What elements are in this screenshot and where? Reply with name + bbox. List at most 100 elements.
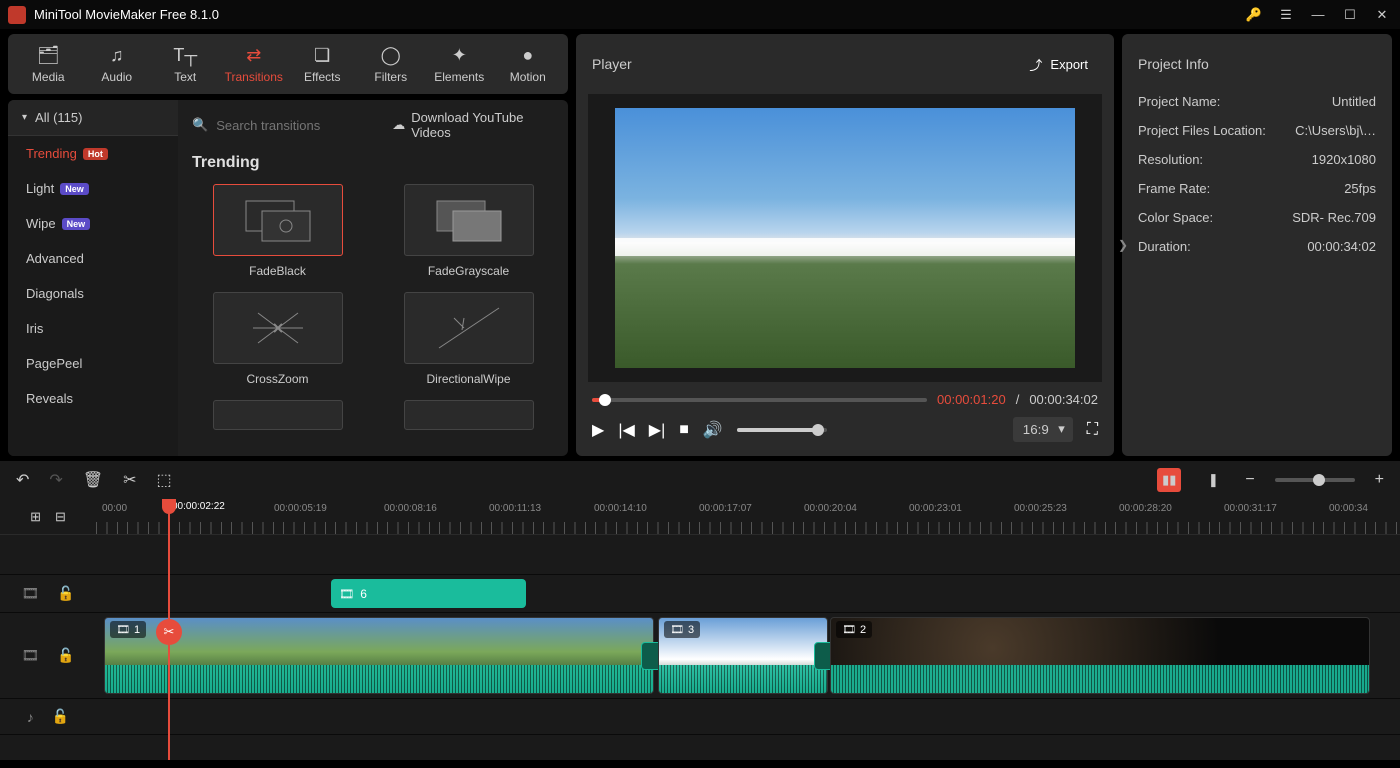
app-logo <box>8 6 26 24</box>
playhead-handle[interactable] <box>162 499 176 514</box>
category-reveals[interactable]: Reveals <box>8 381 178 416</box>
category-sidebar: ▾ All (115) Trending Hot Light New Wipe … <box>8 100 178 456</box>
clip-video-2[interactable]: 🎞2 <box>830 617 1370 694</box>
lock-icon[interactable]: 🔓 <box>52 708 69 725</box>
toolbar-media[interactable]: 🗂 Media <box>18 38 79 90</box>
zoom-in-button[interactable]: + <box>1375 471 1384 489</box>
category-pagepeel[interactable]: PagePeel <box>8 346 178 381</box>
transition-fadegrayscale[interactable]: FadeGrayscale <box>383 184 554 278</box>
next-frame-button[interactable]: ▶| <box>649 420 665 440</box>
maximize-button[interactable]: ☐ <box>1340 5 1360 25</box>
motion-icon: ● <box>522 45 533 66</box>
search-input[interactable] <box>216 118 392 133</box>
playhead-split-button[interactable]: ✂ <box>156 619 182 645</box>
transition-thumb <box>213 184 343 256</box>
timeline-view-1[interactable]: ▮▮ <box>1157 468 1181 492</box>
category-iris[interactable]: Iris <box>8 311 178 346</box>
timeline-view-2[interactable]: ❚ <box>1201 468 1225 492</box>
track-audio[interactable] <box>96 699 1400 735</box>
timeline-tracks[interactable]: 00:00 00:00:02:22 00:00:05:19 00:00:08:1… <box>96 499 1400 760</box>
total-time: 00:00:34:02 <box>1029 392 1098 407</box>
project-info-title: Project Info <box>1122 34 1392 94</box>
transition-more-1[interactable] <box>192 400 363 430</box>
stop-button[interactable]: ■ <box>679 421 689 439</box>
toolbar-motion[interactable]: ● Motion <box>498 38 559 90</box>
remove-track-button[interactable]: ⊟ <box>55 509 66 525</box>
playhead-time: 00:00:02:22 <box>172 501 225 512</box>
transition-fadeblack[interactable]: FadeBlack <box>192 184 363 278</box>
lock-icon[interactable]: 🔓 <box>57 647 74 664</box>
crop-button[interactable]: ⬚ <box>157 470 172 490</box>
toolbar-filters[interactable]: ◯ Filters <box>361 38 422 90</box>
fadeblack-icon <box>238 195 318 245</box>
split-button[interactable]: ✂ <box>123 470 136 490</box>
close-button[interactable]: ✕ <box>1372 5 1392 25</box>
category-header-all[interactable]: ▾ All (115) <box>8 100 178 136</box>
transition-thumb <box>213 400 343 430</box>
zoom-out-button[interactable]: − <box>1245 471 1254 489</box>
toolbar-elements-label: Elements <box>434 70 484 84</box>
player-title: Player <box>592 56 1019 72</box>
zoom-slider[interactable] <box>1275 478 1355 482</box>
volume-icon[interactable]: 🔊 <box>703 420 723 440</box>
download-youtube-link[interactable]: ☁ Download YouTube Videos <box>392 110 554 140</box>
toolbar-filters-label: Filters <box>374 70 407 84</box>
toolbar-elements[interactable]: ✦ Elements <box>429 38 490 90</box>
export-button[interactable]: ⤴ Export <box>1019 49 1098 80</box>
add-track-button[interactable]: ⊞ <box>30 509 41 525</box>
transition-crosszoom[interactable]: CrossZoom <box>192 292 363 386</box>
prev-frame-button[interactable]: |◀ <box>618 420 634 440</box>
search-transitions[interactable]: 🔍 <box>192 117 392 133</box>
info-row-project-name: Project Name:Untitled <box>1138 94 1376 109</box>
clip-icon: 🎞 <box>670 623 684 636</box>
info-row-framerate: Frame Rate:25fps <box>1138 181 1376 196</box>
transition-more-2[interactable] <box>383 400 554 430</box>
effects-icon: ❏ <box>314 45 330 66</box>
toolbar-effects[interactable]: ❏ Effects <box>292 38 353 90</box>
volume-slider[interactable] <box>737 428 827 432</box>
toolbar-transitions[interactable]: ⇄ Transitions <box>224 38 285 90</box>
track-overlay[interactable]: 🎞 6 <box>96 575 1400 613</box>
delete-button[interactable]: 🗑 <box>83 470 103 490</box>
timeline-ruler[interactable]: 00:00 00:00:02:22 00:00:05:19 00:00:08:1… <box>96 499 1400 535</box>
category-wipe[interactable]: Wipe New <box>8 206 178 241</box>
clip-icon: 🎞 <box>116 623 130 636</box>
clip-video-1[interactable]: 🎞1 <box>104 617 654 694</box>
toolbar-audio[interactable]: ♫ Audio <box>87 38 148 90</box>
toolbar-motion-label: Motion <box>510 70 546 84</box>
crosszoom-icon <box>238 303 318 353</box>
directionalwipe-icon <box>429 303 509 353</box>
play-button[interactable]: ▶ <box>592 420 604 440</box>
preview-area[interactable] <box>588 94 1102 382</box>
clip-video-3[interactable]: 🎞3 <box>658 617 828 694</box>
category-advanced[interactable]: Advanced <box>8 241 178 276</box>
lock-icon[interactable]: 🔓 <box>57 585 74 602</box>
collapse-panel-button[interactable]: ❯ <box>1118 238 1128 252</box>
menu-icon[interactable]: ☰ <box>1276 5 1296 25</box>
track-main-video[interactable]: 🎞1 🎞3 🎞2 <box>96 613 1400 699</box>
category-diagonals[interactable]: Diagonals <box>8 276 178 311</box>
clip-icon: 🎞 <box>339 587 354 601</box>
folder-icon: 🗂 <box>37 45 60 66</box>
seek-bar[interactable] <box>592 398 927 402</box>
fullscreen-button[interactable]: ⛶ <box>1087 421 1098 439</box>
license-key-icon[interactable]: 🔑 <box>1244 5 1264 25</box>
toolbar-text[interactable]: T┬ Text <box>155 38 216 90</box>
seek-thumb[interactable] <box>599 394 611 406</box>
player-panel: Player ⤴ Export 00:00:01:20 / 00:00:34:0… <box>576 34 1114 456</box>
category-light[interactable]: Light New <box>8 171 178 206</box>
info-row-resolution: Resolution:1920x1080 <box>1138 152 1376 167</box>
aspect-ratio-select[interactable]: 16:9 <box>1013 417 1073 442</box>
undo-button[interactable]: ↶ <box>16 470 29 490</box>
category-trending[interactable]: Trending Hot <box>8 136 178 171</box>
new-badge: New <box>62 218 91 230</box>
current-time: 00:00:01:20 <box>937 392 1006 407</box>
sparkle-icon: ✦ <box>452 45 467 66</box>
transition-directionalwipe[interactable]: DirectionalWipe <box>383 292 554 386</box>
clip-overlay-6[interactable]: 🎞 6 <box>331 579 526 608</box>
redo-button[interactable]: ↷ <box>49 470 62 490</box>
chevron-down-icon: ▾ <box>22 112 27 123</box>
track-empty[interactable] <box>96 535 1400 575</box>
minimize-button[interactable]: — <box>1308 5 1328 25</box>
playhead[interactable]: ✂ <box>168 499 170 760</box>
